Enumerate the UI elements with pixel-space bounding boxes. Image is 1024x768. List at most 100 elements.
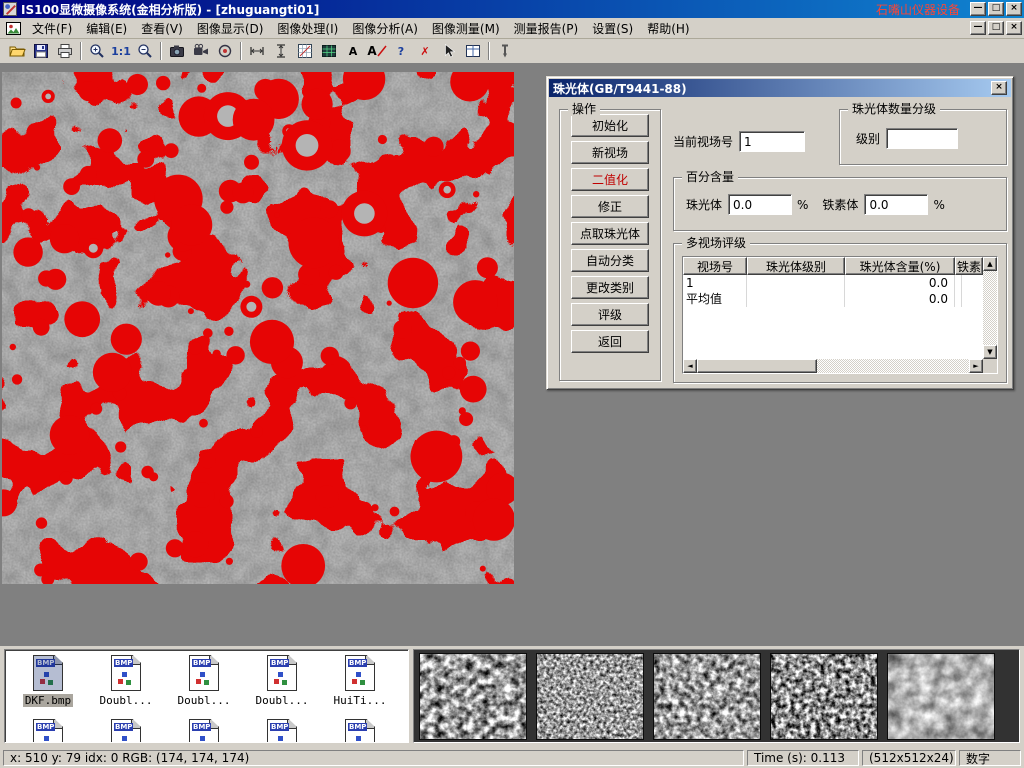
header-content[interactable]: 珠光体含量(%) <box>845 257 955 275</box>
bmp-file-icon: BMP <box>345 655 375 691</box>
thumbnail-3[interactable] <box>653 653 761 740</box>
table-row[interactable]: 平均值 0.0 <box>683 291 983 307</box>
new-field-button[interactable]: 新视场 <box>571 141 649 164</box>
scroll-right-icon[interactable]: ► <box>969 359 983 373</box>
print-button[interactable] <box>53 40 77 62</box>
file-item[interactable]: BMP Doubl... <box>87 655 165 707</box>
minimize-button[interactable]: — <box>970 2 986 16</box>
table-row[interactable]: 1 0.0 <box>683 275 983 291</box>
bmp-tag: BMP <box>348 659 367 667</box>
header-level[interactable]: 珠光体级别 <box>747 257 845 275</box>
percent-group: 百分含量 珠光体 % 铁素体 % <box>673 177 1007 231</box>
mdi-minimize-button[interactable]: — <box>970 21 986 35</box>
mdi-document-icon[interactable] <box>6 22 21 35</box>
delete-marks-button[interactable]: ✗ <box>413 40 437 62</box>
page-fold <box>53 656 62 665</box>
file-item[interactable]: BMP HuiTi... <box>321 655 399 707</box>
save-button[interactable] <box>29 40 53 62</box>
horizontal-scrollbar[interactable]: ◄ ► <box>683 359 983 373</box>
horizontal-scroll-track[interactable] <box>817 359 969 373</box>
file-name: HuiTi... <box>332 694 389 707</box>
file-item[interactable]: BMP <box>243 719 321 743</box>
menu-image-display[interactable]: 图像显示(D) <box>190 18 271 39</box>
pin-button[interactable] <box>493 40 517 62</box>
file-item[interactable]: BMP <box>165 719 243 743</box>
initialize-button[interactable]: 初始化 <box>571 114 649 137</box>
menu-file[interactable]: 文件(F) <box>25 18 79 39</box>
file-item[interactable]: BMP <box>321 719 399 743</box>
menu-measure-report[interactable]: 测量报告(P) <box>507 18 586 39</box>
auto-classify-button[interactable]: 自动分类 <box>571 249 649 272</box>
camera-button[interactable] <box>165 40 189 62</box>
toolbar-separator <box>240 42 242 60</box>
menu-help[interactable]: 帮助(H) <box>640 18 696 39</box>
menu-settings[interactable]: 设置(S) <box>585 18 640 39</box>
bmp-tag: BMP <box>270 659 289 667</box>
thumbnail-4[interactable] <box>770 653 878 740</box>
change-category-button[interactable]: 更改类别 <box>571 276 649 299</box>
pearlite-dialog[interactable]: 珠光体(GB/T9441-88) × 操作 初始化 新视场 二值化 修正 点取珠… <box>546 76 1014 390</box>
video-button[interactable] <box>189 40 213 62</box>
metallograph-image[interactable] <box>2 72 514 584</box>
file-item[interactable]: BMP Doubl... <box>165 655 243 707</box>
mdi-close-button[interactable]: × <box>1006 21 1022 35</box>
menu-image-measure[interactable]: 图像测量(M) <box>425 18 507 39</box>
close-button[interactable]: × <box>1006 2 1022 16</box>
scroll-down-icon[interactable]: ▼ <box>983 345 997 359</box>
thumbnail-1[interactable] <box>419 653 527 740</box>
header-ferrite[interactable]: 铁素 <box>955 257 983 275</box>
menu-image-process[interactable]: 图像处理(I) <box>270 18 345 39</box>
live-capture-button[interactable] <box>213 40 237 62</box>
rate-button[interactable]: 评级 <box>571 303 649 326</box>
thumbnail-5[interactable] <box>887 653 995 740</box>
dialog-title-bar[interactable]: 珠光体(GB/T9441-88) × <box>549 79 1011 97</box>
scroll-up-icon[interactable]: ▲ <box>983 257 997 271</box>
current-field-input[interactable] <box>739 131 805 152</box>
operation-group: 操作 初始化 新视场 二值化 修正 点取珠光体 自动分类 更改类别 评级 返回 <box>559 109 661 381</box>
pick-pearlite-button[interactable]: 点取珠光体 <box>571 222 649 245</box>
zoom-in-button[interactable] <box>85 40 109 62</box>
measure-vertical-button[interactable] <box>269 40 293 62</box>
table-button[interactable] <box>461 40 485 62</box>
file-item[interactable]: BMP Doubl... <box>243 655 321 707</box>
text-annotate-button[interactable]: A <box>341 40 365 62</box>
measure-horizontal-button[interactable] <box>245 40 269 62</box>
ferrite-percent-input[interactable] <box>864 194 928 215</box>
menu-image-analysis[interactable]: 图像分析(A) <box>345 18 425 39</box>
zoom-out-button[interactable] <box>133 40 157 62</box>
window-title: IS100显微摄像系统(金相分析版) - [zhuguangti01] <box>21 1 319 18</box>
menu-view[interactable]: 查看(V) <box>134 18 190 39</box>
file-item[interactable]: BMP <box>9 719 87 743</box>
scroll-left-icon[interactable]: ◄ <box>683 359 697 373</box>
status-time: Time (s): 0.113 <box>747 750 859 766</box>
actual-size-button[interactable]: 1:1 <box>109 40 133 62</box>
binarize-button[interactable]: 二值化 <box>571 168 649 191</box>
grading-group: 珠光体数量分级 级别 <box>839 109 1007 165</box>
dialog-close-button[interactable]: × <box>991 81 1007 95</box>
file-item[interactable]: BMP DKF.bmp <box>9 655 87 707</box>
text-delete-button[interactable]: A <box>365 40 389 62</box>
open-button[interactable] <box>5 40 29 62</box>
menu-edit[interactable]: 编辑(E) <box>79 18 134 39</box>
correct-button[interactable]: 修正 <box>571 195 649 218</box>
maximize-button[interactable]: □ <box>988 2 1004 16</box>
mdi-restore-button[interactable]: □ <box>988 21 1004 35</box>
thumbnail-2[interactable] <box>536 653 644 740</box>
file-list[interactable]: BMP DKF.bmp BMP Doubl... <box>4 649 409 743</box>
file-item[interactable]: BMP <box>87 719 165 743</box>
current-field-label: 当前视场号 <box>673 133 733 150</box>
header-field[interactable]: 视场号 <box>683 257 747 275</box>
level-input[interactable] <box>886 128 958 149</box>
pearlite-percent-input[interactable] <box>728 194 792 215</box>
vertical-scrollbar[interactable]: ▲ ▼ <box>983 257 997 359</box>
bmp-art <box>40 679 45 684</box>
pointer-button[interactable] <box>437 40 461 62</box>
return-button[interactable]: 返回 <box>571 330 649 353</box>
measure-grid-button[interactable] <box>293 40 317 62</box>
help-button[interactable]: ? <box>389 40 413 62</box>
horizontal-scroll-thumb[interactable] <box>697 359 817 373</box>
status-image-size: (512x512x24) <box>862 750 956 766</box>
bmp-file-icon: BMP <box>189 655 219 691</box>
vertical-scroll-track[interactable] <box>983 271 997 345</box>
grid-button[interactable] <box>317 40 341 62</box>
